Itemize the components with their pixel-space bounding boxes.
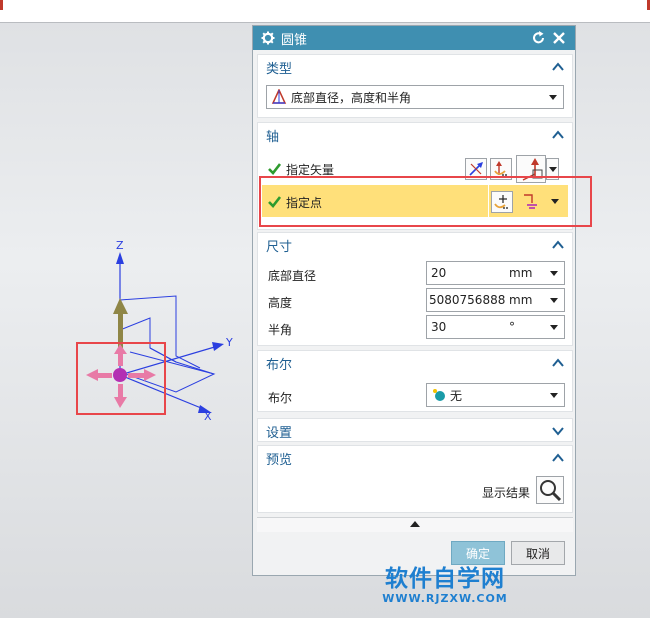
chevron-up-icon[interactable] — [552, 240, 564, 250]
height-input[interactable]: 5080756888 mm — [426, 288, 565, 312]
z-axis-arrow — [116, 252, 124, 264]
half-angle-input[interactable]: 30 ° — [426, 315, 565, 339]
cancel-button[interactable]: 取消 — [511, 541, 565, 565]
height-value: 5080756888 — [429, 293, 506, 307]
height-label: 高度 — [268, 296, 293, 310]
boolean-section-header[interactable]: 布尔 — [258, 351, 572, 375]
type-section-header[interactable]: 类型 — [258, 55, 572, 79]
chevron-down-icon[interactable] — [550, 298, 558, 303]
chevron-down-icon — [550, 393, 558, 398]
type-section: 类型 底部直径，高度和半角 — [257, 54, 573, 118]
x-axis-label: X — [204, 410, 212, 423]
check-icon — [268, 163, 281, 175]
preview-section-title: 预览 — [266, 452, 293, 468]
size-section: 尺寸 底部直径 20 mm 高度 5080756888 mm 半角 30 ° — [257, 232, 573, 346]
boolean-section-title: 布尔 — [266, 357, 293, 373]
boolean-value: 无 — [450, 388, 463, 403]
cone-type-icon — [271, 89, 287, 104]
chevron-up-icon[interactable] — [552, 453, 564, 463]
half-angle-unit: ° — [509, 320, 515, 334]
ok-button[interactable]: 确定 — [451, 541, 505, 565]
boolean-none-icon — [433, 389, 445, 401]
chevron-down-icon[interactable] — [550, 325, 558, 330]
height-unit: mm — [509, 293, 533, 307]
chevron-up-icon[interactable] — [552, 130, 564, 140]
base-diameter-unit: mm — [509, 266, 533, 280]
preview-section-header[interactable]: 预览 — [258, 446, 572, 470]
base-diameter-value: 20 — [431, 266, 447, 280]
annotation-box-viewport — [76, 342, 166, 415]
chevron-down-icon[interactable] — [552, 426, 564, 436]
cone-type-select[interactable]: 底部直径，高度和半角 — [266, 85, 564, 109]
magnifier-icon — [540, 480, 562, 502]
z-axis-label: Z — [116, 239, 124, 252]
y-axis-label: Y — [225, 336, 233, 349]
settings-section-title: 设置 — [266, 425, 293, 441]
watermark-url: WWW.RJZXW.COM — [382, 592, 508, 605]
vector-head[interactable] — [113, 298, 128, 314]
close-icon[interactable] — [551, 30, 567, 46]
size-section-title: 尺寸 — [266, 239, 293, 255]
axis-section-header[interactable]: 轴 — [258, 123, 572, 147]
cone-type-value: 底部直径，高度和半角 — [291, 90, 412, 105]
axis-section-title: 轴 — [266, 129, 280, 145]
boolean-section: 布尔 布尔 无 — [257, 350, 573, 412]
half-angle-label: 半角 — [268, 323, 293, 337]
settings-section: 设置 — [257, 418, 573, 442]
show-result-button[interactable] — [536, 476, 564, 504]
y-axis-arrow — [212, 342, 224, 351]
watermark-title: 软件自学网 — [385, 566, 505, 592]
base-diameter-input[interactable]: 20 mm — [426, 261, 565, 285]
chevron-up-icon[interactable] — [552, 358, 564, 368]
watermark: 软件自学网 WWW.RJZXW.COM — [370, 566, 520, 605]
gear-icon — [261, 31, 275, 45]
show-result-label: 显示结果 — [482, 486, 531, 500]
cone-dialog: 圆锥 类型 底部直径，高度和半角 轴 指定矢量 指定点 尺寸 底部直径 20 m… — [252, 25, 576, 576]
boolean-select[interactable]: 无 — [426, 383, 565, 407]
chevron-up-icon[interactable] — [552, 62, 564, 72]
boolean-label: 布尔 — [268, 391, 293, 405]
half-angle-value: 30 — [431, 320, 447, 334]
dialog-title: 圆锥 — [281, 32, 308, 48]
reset-icon[interactable] — [531, 30, 547, 46]
dialog-titlebar: 圆锥 — [253, 26, 575, 50]
annotation-box-point-row — [259, 176, 592, 227]
chevron-down-icon[interactable] — [550, 271, 558, 276]
preview-section: 预览 显示结果 — [257, 445, 573, 513]
base-diameter-label: 底部直径 — [268, 269, 317, 283]
chevron-down-icon — [549, 95, 557, 100]
type-section-title: 类型 — [266, 61, 293, 77]
settings-section-header[interactable]: 设置 — [258, 419, 572, 443]
collapse-strip[interactable] — [257, 517, 573, 532]
collapse-up-icon — [410, 521, 420, 527]
size-section-header[interactable]: 尺寸 — [258, 233, 572, 257]
